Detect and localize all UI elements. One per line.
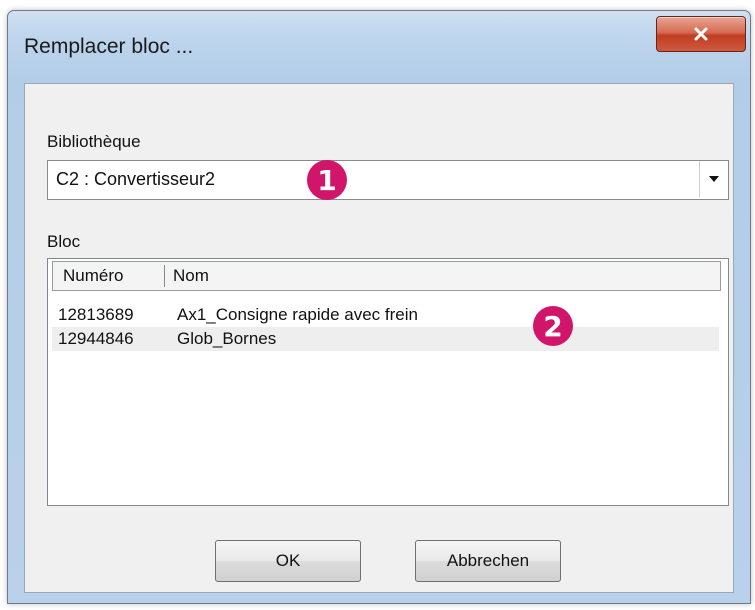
ok-button[interactable]: OK xyxy=(215,540,361,582)
callout-badge-2: 2 xyxy=(533,306,573,346)
row-number: 12944846 xyxy=(58,329,134,348)
column-header-name[interactable]: Nom xyxy=(173,266,209,286)
library-select-value: C2 : Convertisseur2 xyxy=(56,169,216,189)
row-name: Glob_Bornes xyxy=(177,329,277,348)
dialog-title: Remplacer bloc ... xyxy=(24,35,194,58)
callout-badge-1: 1 xyxy=(307,160,347,200)
table-row[interactable]: 12944846 Glob_Bornes xyxy=(52,327,719,351)
dropdown-arrow-button[interactable] xyxy=(699,161,728,197)
cancel-button[interactable]: Abbrechen xyxy=(415,540,561,582)
close-button[interactable] xyxy=(656,16,746,52)
library-label: Bibliothèque xyxy=(47,132,141,151)
row-number: 12813689 xyxy=(58,305,134,324)
block-list[interactable]: Numéro Nom 12813689 Ax1_Consigne rapide … xyxy=(47,258,729,506)
close-icon xyxy=(694,27,708,41)
library-select[interactable]: C2 : Convertisseur2 xyxy=(47,160,729,200)
chevron-down-icon xyxy=(709,176,719,182)
column-header-number[interactable]: Numéro xyxy=(63,266,123,286)
list-header: Numéro Nom xyxy=(52,261,721,291)
row-name: Ax1_Consigne rapide avec frein xyxy=(177,305,418,324)
column-divider[interactable] xyxy=(164,265,165,287)
table-row[interactable]: 12813689 Ax1_Consigne rapide avec frein xyxy=(52,303,719,327)
dialog-window: Remplacer bloc ... Bibliothèque C2 : Con… xyxy=(7,10,751,604)
block-label: Bloc xyxy=(47,232,81,251)
dialog-body: Bibliothèque C2 : Convertisseur2 1 Bloc … xyxy=(24,83,734,593)
